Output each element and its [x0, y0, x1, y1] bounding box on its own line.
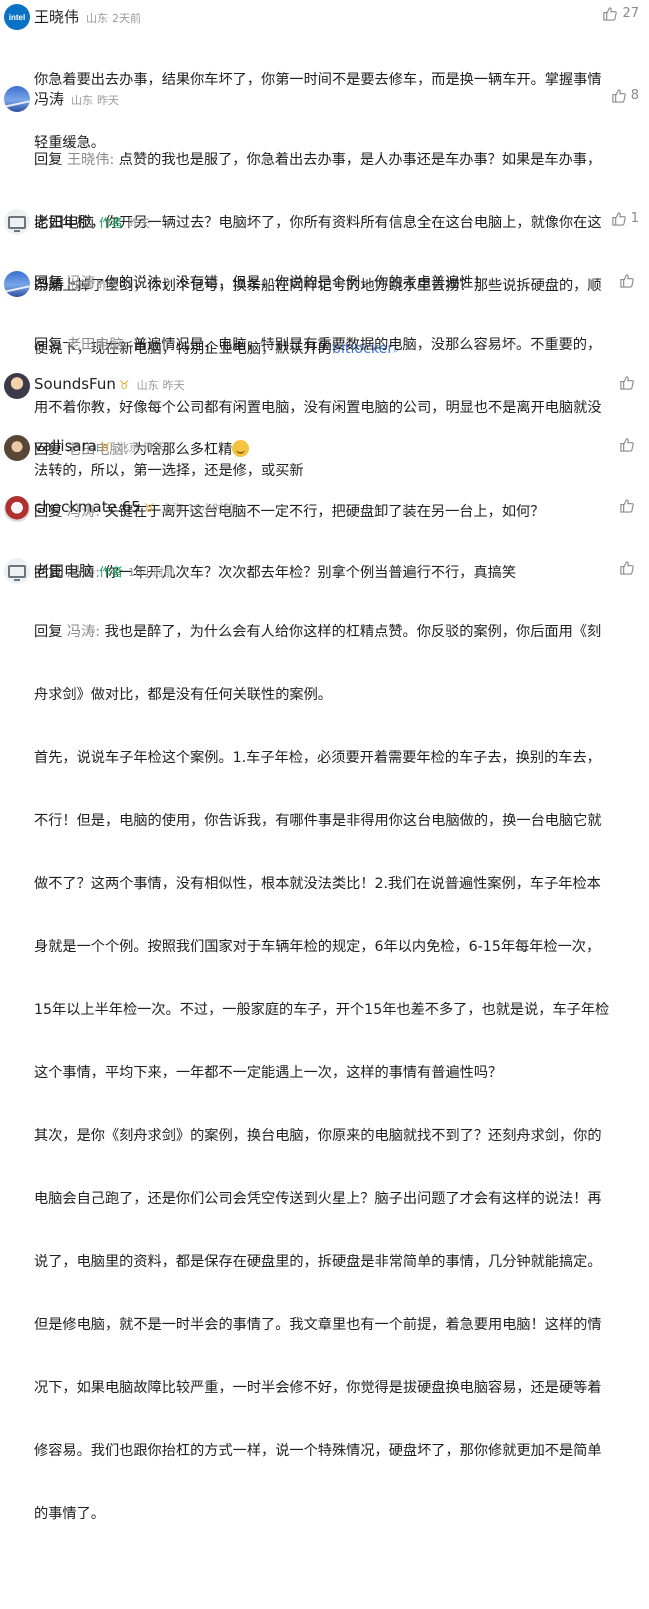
like-count: 1 — [630, 211, 639, 226]
comment-text-line: 的事情了。 — [34, 1506, 105, 1522]
sky-avatar[interactable] — [4, 271, 30, 297]
comment-time: 昨天 — [162, 379, 185, 392]
user-avatar[interactable] — [4, 373, 30, 399]
commenter-name[interactable]: 老田电脑 — [34, 211, 94, 232]
commenter-name[interactable]: 冯涛 — [34, 88, 64, 109]
thumbs-up-icon — [620, 376, 634, 390]
thumbs-up-icon — [620, 274, 634, 288]
comment-text: 你的说法，没有错，但是，你说的是个例，你的考虑普遍性！ — [100, 275, 488, 291]
vip-badge-icon: ♉ — [118, 378, 130, 392]
reply-target-name[interactable]: 王晓伟: — [67, 152, 114, 168]
intel-logo-icon: intel — [8, 12, 26, 22]
reply-label: 回复 — [34, 624, 63, 640]
commenter-name[interactable]: 王晓伟 — [34, 6, 79, 27]
like-button[interactable]: 27 — [602, 6, 639, 21]
thumbs-up-icon — [620, 561, 634, 575]
comment-time: 昨天 — [97, 94, 120, 107]
like-button[interactable]: 1 — [611, 211, 639, 226]
reply-target-name[interactable]: 老田电脑: — [67, 337, 129, 353]
vip-badge-icon: ♉ — [99, 440, 111, 454]
reply-label: 回复 — [34, 337, 63, 353]
vip-badge-icon: ♉ — [143, 501, 155, 515]
thumbs-up-icon — [612, 212, 626, 226]
comment-text-line: 首先，说说车子年检这个案例。1.车子年检，必须要开着需要年检的车子去，换别的车去… — [34, 750, 601, 766]
comment-time: 18小时前 — [128, 566, 176, 579]
avatar[interactable]: intel — [4, 4, 30, 30]
comment-time: 19小时前 — [187, 502, 235, 515]
like-button[interactable] — [619, 498, 639, 513]
thumbs-up-icon — [620, 438, 634, 452]
computer-avatar[interactable] — [4, 558, 30, 584]
comment-text-line: 舟求剑》做对比，都是没有任何关联性的案例。 — [34, 687, 332, 703]
comment-time: 昨天 — [143, 441, 166, 454]
comment-text: 点赞的我也是服了，你急着出去办事，是人办事还是车办事？如果是车办事， — [114, 152, 602, 168]
like-button[interactable] — [619, 560, 639, 575]
comment-time: 昨天 — [97, 279, 120, 292]
comment-location: 山东 — [71, 279, 94, 292]
like-button[interactable] — [619, 375, 639, 390]
comment-text-line: 说了，电脑里的资料，都是保存在硬盘里的，拆硬盘是非常简单的事情，几分钟就能搞定。 — [34, 1254, 602, 1270]
comment-text-line: 15年以上半年检一次。不过，一般家庭的车子，开个15年也差不多了，也就是说，车子… — [34, 1002, 610, 1018]
like-button[interactable] — [619, 437, 639, 452]
like-button[interactable]: 8 — [611, 88, 639, 103]
comment-text-line: 但是修电脑，就不是一时半会的事情了。我文章里也有一个前提，着急要用电脑！这样的情 — [34, 1317, 602, 1333]
sky-avatar[interactable] — [4, 86, 30, 112]
comment-location: 山东 — [71, 94, 94, 107]
thumbs-up-icon — [620, 499, 634, 513]
commenter-name[interactable]: checkmate.65 — [34, 498, 141, 516]
comment-time: 2天前 — [112, 12, 142, 25]
commenter-name[interactable]: 老田电脑 — [34, 560, 94, 581]
comment-time: 昨天 — [128, 217, 151, 230]
comment-location: 山东 — [86, 12, 109, 25]
user-avatar[interactable] — [4, 496, 30, 522]
like-count: 8 — [630, 88, 639, 103]
comment-text: 我也是醉了，为什么会有人给你这样的杠精点赞。你反驳的案例，你后面用《刻 — [100, 624, 602, 640]
commenter-name[interactable]: SoundsFun — [34, 375, 116, 393]
commenter-name[interactable]: 冯涛 — [34, 273, 64, 294]
comment-text: 普遍情况是，电脑，特别是有重要数据的电脑，没那么容易坏。不重要的， — [128, 337, 602, 353]
comment-text-line: 其次，是你《刻舟求剑》的案例，换台电脑，你原来的电脑就找不到了？还刻舟求剑，你的 — [34, 1128, 602, 1144]
comment-text-line: 你急着要出去办事，结果你车坏了，你第一时间不是要去修车，而是换一辆车开。掌握事情 — [34, 72, 602, 88]
like-button[interactable] — [619, 273, 639, 288]
user-avatar[interactable] — [4, 435, 30, 461]
author-tag: 作者 — [99, 216, 124, 230]
like-count: 27 — [622, 6, 639, 21]
reply-label: 回复 — [34, 152, 63, 168]
comment-location: 北京 — [117, 441, 140, 454]
thumbs-up-icon — [612, 89, 626, 103]
comment-text-line: 这个事情，平均下来，一年都不一定能遇上一次，这样的事情有普遍性吗？ — [34, 1065, 503, 1081]
computer-avatar[interactable] — [4, 209, 30, 235]
comment-location: 山东 — [136, 379, 159, 392]
author-tag: 作者 — [99, 565, 124, 579]
comment-text-line: 况下，如果电脑故障比较严重，一时半会修不好，你觉得是拔硬盘换电脑容易，还是硬等着 — [34, 1380, 602, 1396]
comment-text-line: 电脑会自己跑了，还是你们公司会凭空传送到火星上？脑子出问题了才会有这样的说法！再 — [34, 1191, 602, 1207]
thumbs-up-icon — [603, 7, 618, 21]
comment-text-line: 身就是一个个例。按照我们国家对于车辆年检的规定，6年以内免检，6-15年每年检一… — [34, 939, 601, 955]
commenter-name[interactable]: vallisara — [34, 437, 97, 455]
computer-icon — [8, 564, 26, 581]
emoji-icon — [232, 440, 250, 457]
comment-text-line: 修容易。我们也跟你抬杠的方式一样，说一个特殊情况，硬盘坏了，那你修就更加不是简单 — [34, 1443, 602, 1459]
comment-location: 上海 — [161, 502, 184, 515]
reply-target-name[interactable]: 冯涛: — [67, 624, 100, 640]
comment-text-line: 做不了？这两个事情，没有相似性，根本就没法类比！2.我们在说普遍性案例，车子年检… — [34, 876, 601, 892]
computer-icon — [8, 215, 26, 232]
comment-text-line: 不行！但是，电脑的使用，你告诉我，有哪件事是非得用你这台电脑做的，换一台电脑它就 — [34, 813, 602, 829]
